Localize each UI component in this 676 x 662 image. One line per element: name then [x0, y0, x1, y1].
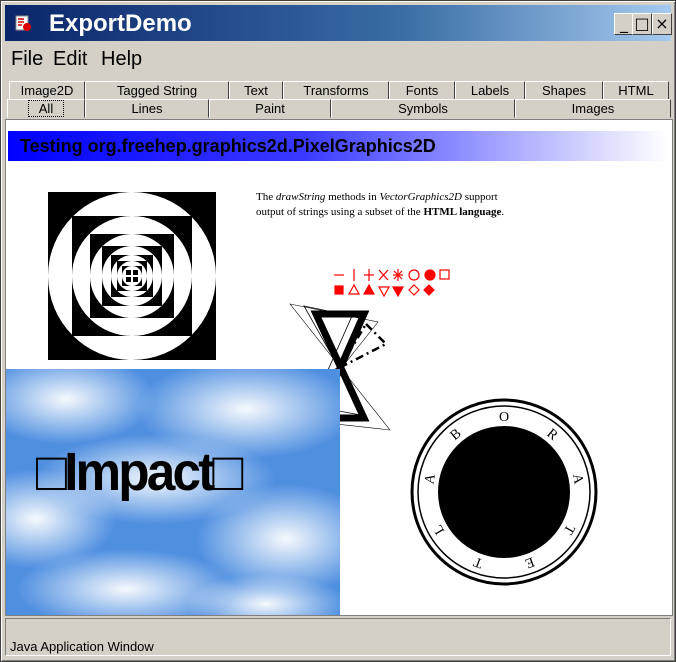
impact-font-sample: □Impact□ [36, 442, 243, 502]
tab-text[interactable]: Text [229, 81, 283, 100]
html-text-line2: output of strings using a subset of the [256, 206, 424, 218]
tab-labels[interactable]: Labels [455, 81, 525, 100]
tab-transforms[interactable]: Transforms [283, 81, 389, 100]
symbols-graphic [334, 269, 450, 298]
tab-all-label: All [27, 100, 65, 117]
test-banner: Testing org.freehep.graphics2d.PixelGrap… [8, 131, 668, 161]
tab-lines[interactable]: Lines [85, 99, 209, 118]
java-app-icon [15, 15, 31, 31]
html-text-vectorgraphics: VectorGraphics2D [379, 191, 462, 203]
graphics-canvas: Testing org.freehep.graphics2d.PixelGrap… [5, 119, 673, 616]
banner-title: Testing org.freehep.graphics2d.PixelGrap… [20, 136, 436, 156]
tab-shapes[interactable]: Shapes [525, 81, 603, 100]
close-button[interactable]: × [652, 13, 672, 35]
title-bar[interactable]: ExportDemo _ □ × [5, 5, 672, 41]
app-window: ExportDemo _ □ × File Edit Help Image2D … [0, 0, 676, 662]
status-bar: Java Application Window [5, 618, 671, 656]
tab-html[interactable]: HTML [603, 81, 669, 100]
concentric-pattern-graphic [48, 192, 216, 360]
status-text: Java Application Window [10, 639, 154, 654]
html-text-sample: The drawString methods in VectorGraphics… [256, 190, 536, 220]
html-text-html-language: HTML language [423, 206, 502, 218]
html-text-period: . [501, 206, 505, 218]
minimize-button[interactable]: _ [614, 13, 634, 35]
circle-letter: O [499, 410, 509, 425]
tab-fonts[interactable]: Fonts [389, 81, 455, 100]
html-text-methods-in: methods in [325, 191, 380, 203]
window-title: ExportDemo [49, 10, 192, 37]
html-text-drawstring: drawString [275, 191, 326, 203]
menu-bar: File Edit Help [5, 45, 671, 73]
menu-edit[interactable]: Edit [53, 47, 87, 71]
html-text-the: The [256, 191, 276, 203]
tab-paint[interactable]: Paint [209, 99, 331, 118]
tab-tagged-string[interactable]: Tagged String [85, 81, 229, 100]
menu-file[interactable]: File [11, 47, 43, 71]
html-text-support: support [461, 191, 498, 203]
tab-images[interactable]: Images [515, 99, 671, 118]
tab-all[interactable]: All [7, 99, 85, 118]
tab-image2d[interactable]: Image2D [9, 81, 85, 100]
maximize-button[interactable]: □ [632, 13, 652, 35]
circle-label-graphic: ORATETLAB [410, 398, 598, 586]
tab-symbols[interactable]: Symbols [331, 99, 515, 118]
menu-help[interactable]: Help [101, 47, 142, 71]
